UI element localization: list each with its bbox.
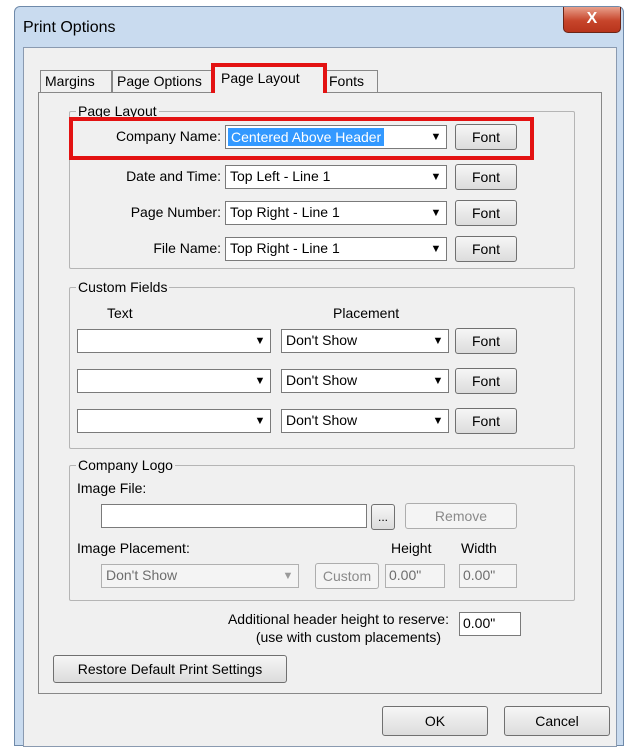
- date-time-select[interactable]: Top Left - Line 1 ▼: [225, 165, 447, 189]
- file-name-value: Top Right - Line 1: [230, 240, 340, 256]
- image-placement-select[interactable]: Don't Show ▼: [101, 564, 299, 588]
- date-time-value: Top Left - Line 1: [230, 168, 331, 184]
- remove-button[interactable]: Remove: [405, 503, 517, 529]
- width-input[interactable]: 0.00": [459, 564, 517, 588]
- page-number-value: Top Right - Line 1: [230, 204, 340, 220]
- file-name-font-button[interactable]: Font: [455, 236, 517, 262]
- custom-text-header: Text: [107, 305, 133, 321]
- page-number-label: Page Number:: [130, 204, 221, 220]
- company-name-label: Company Name:: [115, 128, 221, 144]
- custom-text-select-1[interactable]: ▼: [77, 329, 271, 353]
- custom-placement-header: Placement: [333, 305, 400, 321]
- print-options-dialog: Print Options X Margins Page Options Pag…: [14, 6, 624, 747]
- dropdown-arrow-icon[interactable]: ▼: [426, 238, 446, 260]
- dropdown-arrow-icon[interactable]: ▼: [428, 330, 448, 352]
- tab-margins[interactable]: Margins: [40, 70, 112, 92]
- custom-placement-select-3[interactable]: Don't Show ▼: [281, 409, 449, 433]
- width-label: Width: [461, 540, 497, 556]
- company-logo-legend: Company Logo: [78, 457, 173, 473]
- file-name-select[interactable]: Top Right - Line 1 ▼: [225, 237, 447, 261]
- dialog-client-area: Margins Page Options Page Layout Fonts P…: [23, 47, 617, 747]
- tab-page-layout-label: Page Layout: [221, 70, 300, 86]
- dropdown-arrow-icon[interactable]: ▼: [426, 166, 446, 188]
- tab-page-layout[interactable]: Page Layout: [211, 63, 327, 93]
- additional-height-label: Additional header height to reserve:: [227, 611, 449, 627]
- browse-button[interactable]: ...: [371, 504, 395, 530]
- custom-placement-select-1[interactable]: Don't Show ▼: [281, 329, 449, 353]
- dropdown-arrow-icon[interactable]: ▼: [250, 330, 270, 352]
- tab-page-options[interactable]: Page Options: [112, 70, 214, 92]
- company-name-font-button[interactable]: Font: [455, 124, 517, 150]
- image-file-input[interactable]: [101, 504, 367, 528]
- image-placement-value: Don't Show: [106, 567, 178, 583]
- custom-font-button-1[interactable]: Font: [455, 328, 517, 354]
- height-input[interactable]: 0.00": [385, 564, 445, 588]
- custom-button[interactable]: Custom: [315, 563, 379, 589]
- custom-placement-select-2[interactable]: Don't Show ▼: [281, 369, 449, 393]
- date-time-label: Date and Time:: [126, 168, 221, 184]
- company-name-select[interactable]: Centered Above Header ▼: [225, 125, 447, 149]
- dropdown-arrow-icon[interactable]: ▼: [428, 370, 448, 392]
- page-number-font-button[interactable]: Font: [455, 200, 517, 226]
- custom-placement-value-2: Don't Show: [286, 372, 358, 388]
- close-button[interactable]: X: [563, 7, 621, 33]
- dropdown-arrow-icon[interactable]: ▼: [426, 126, 446, 148]
- image-placement-label: Image Placement:: [77, 540, 190, 556]
- custom-placement-value-3: Don't Show: [286, 412, 358, 428]
- additional-height-input[interactable]: 0.00": [459, 612, 521, 636]
- dropdown-arrow-icon[interactable]: ▼: [250, 370, 270, 392]
- image-file-label: Image File:: [77, 480, 147, 496]
- custom-placement-value-1: Don't Show: [286, 332, 358, 348]
- custom-font-button-3[interactable]: Font: [455, 408, 517, 434]
- dropdown-arrow-icon[interactable]: ▼: [426, 202, 446, 224]
- date-time-font-button[interactable]: Font: [455, 164, 517, 190]
- tab-fonts[interactable]: Fonts: [324, 70, 378, 92]
- additional-height-note: (use with custom placements): [255, 629, 441, 645]
- cancel-button[interactable]: Cancel: [504, 706, 610, 736]
- page-layout-legend: Page Layout: [78, 103, 157, 119]
- dropdown-arrow-icon[interactable]: ▼: [278, 565, 298, 587]
- custom-font-button-2[interactable]: Font: [455, 368, 517, 394]
- custom-text-select-3[interactable]: ▼: [77, 409, 271, 433]
- window-title: Print Options: [23, 19, 116, 36]
- ok-button[interactable]: OK: [382, 706, 488, 736]
- page-layout-panel: Page Layout Company Name: Centered Above…: [38, 92, 602, 694]
- file-name-label: File Name:: [153, 240, 221, 256]
- custom-text-select-2[interactable]: ▼: [77, 369, 271, 393]
- restore-defaults-button[interactable]: Restore Default Print Settings: [53, 655, 287, 683]
- page-number-select[interactable]: Top Right - Line 1 ▼: [225, 201, 447, 225]
- dropdown-arrow-icon[interactable]: ▼: [428, 410, 448, 432]
- dropdown-arrow-icon[interactable]: ▼: [250, 410, 270, 432]
- company-name-value: Centered Above Header: [228, 128, 385, 146]
- custom-fields-legend: Custom Fields: [78, 279, 168, 295]
- height-label: Height: [391, 540, 432, 556]
